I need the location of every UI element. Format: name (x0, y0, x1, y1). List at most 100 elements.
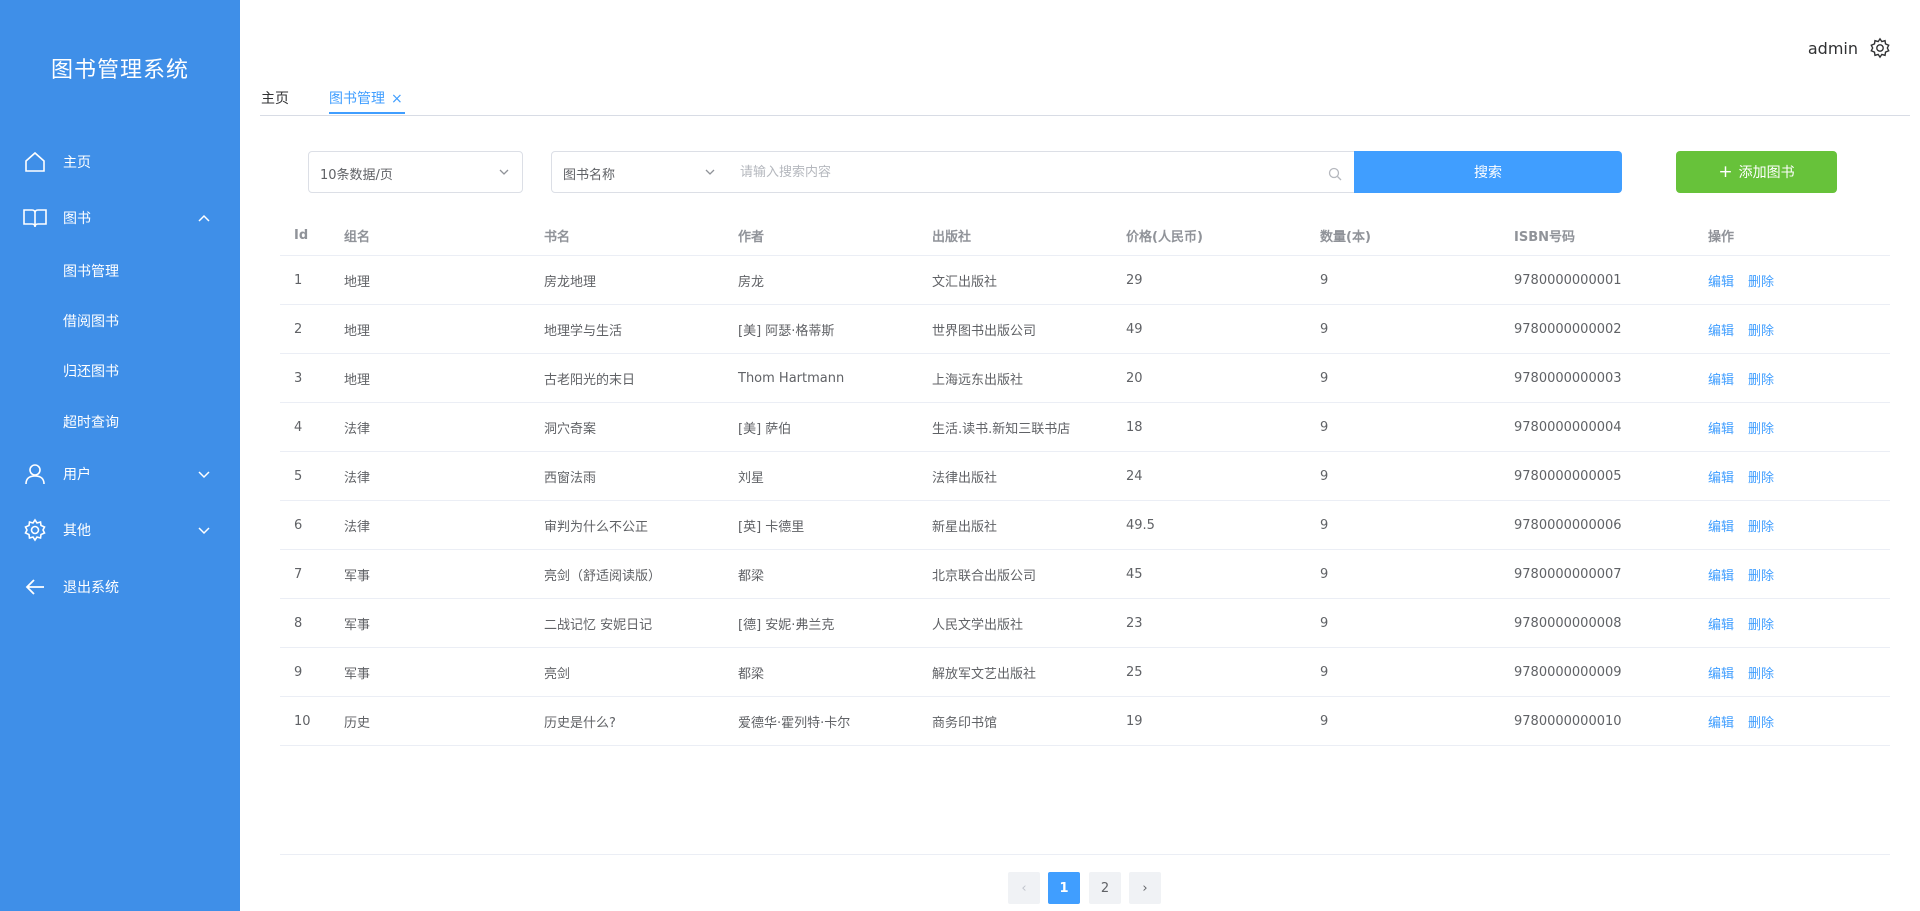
table-row: 10 历史 历史是什么? 爱德华·霍列特·卡尔 商务印书馆 19 9 97800… (280, 697, 1890, 746)
tab-bar: 主页 图书管理 × (260, 84, 1910, 116)
edit-link[interactable]: 编辑 (1708, 467, 1734, 486)
cell-author: [德] 安妮·弗兰克 (738, 617, 835, 633)
edit-link[interactable]: 编辑 (1708, 369, 1734, 388)
cell-publisher: 人民文学出版社 (932, 617, 1024, 633)
cell-actions: 编辑 删除 (1708, 403, 1788, 451)
cell-id: 2 (294, 321, 303, 337)
tab-home[interactable]: 主页 (261, 88, 289, 114)
pagination-next-button[interactable]: › (1129, 872, 1161, 904)
cell-actions: 编辑 删除 (1708, 354, 1788, 402)
edit-link[interactable]: 编辑 (1708, 516, 1734, 535)
search-button[interactable]: 搜索 (1354, 151, 1622, 193)
cell-group: 军事 (344, 568, 371, 584)
plus-icon: + (1718, 161, 1733, 182)
page-size-value: 10条数据/页 (320, 168, 393, 183)
chevron-down-icon (498, 166, 510, 178)
app-root: 图书管理系统 主页 图书 图书管理 借阅图书 归还图书 超时查询 用户 其他 退… (0, 0, 1920, 911)
cell-group: 法律 (344, 470, 371, 486)
cell-publisher: 商务印书馆 (932, 715, 998, 731)
table-row: 7 军事 亮剑（舒适阅读版） 都梁 北京联合出版公司 45 9 97800000… (280, 550, 1890, 599)
sidebar-item-other[interactable]: 其他 (0, 505, 240, 555)
delete-link[interactable]: 删除 (1748, 467, 1774, 486)
table-row: 5 法律 西窗法雨 刘星 法律出版社 24 9 9780000000005 编辑… (280, 452, 1890, 501)
cell-group: 地理 (344, 372, 371, 388)
sidebar-subitem-label: 借阅图书 (63, 314, 119, 330)
search-input[interactable] (728, 152, 1354, 192)
edit-link[interactable]: 编辑 (1708, 418, 1734, 437)
delete-link[interactable]: 删除 (1748, 663, 1774, 682)
delete-link[interactable]: 删除 (1748, 516, 1774, 535)
books-table: Id 组名 书名 作者 出版社 价格(人民币) 数量(本) ISBN号码 操作 … (280, 216, 1890, 746)
settings-gear-icon[interactable] (1868, 36, 1892, 60)
header-actions: 操作 (1708, 230, 1735, 245)
header-id: Id (294, 228, 309, 243)
pagination-prev-button[interactable]: ‹ (1008, 872, 1040, 904)
page-size-select[interactable]: 10条数据/页 (308, 151, 523, 193)
cell-isbn: 9780000000010 (1514, 713, 1622, 729)
tab-book-management[interactable]: 图书管理 × (329, 88, 405, 114)
sidebar-item-logout[interactable]: 退出系统 (0, 562, 240, 612)
sidebar-item-books[interactable]: 图书 (0, 193, 240, 243)
search-field-select[interactable]: 图书名称 (551, 151, 729, 193)
header-group: 组名 (344, 230, 371, 245)
pagination-page-1[interactable]: 1 (1048, 872, 1080, 904)
cell-isbn: 9780000000006 (1514, 517, 1622, 533)
delete-link[interactable]: 删除 (1748, 320, 1774, 339)
sidebar-subitem-borrow-book[interactable]: 借阅图书 (0, 299, 240, 343)
table-row: 8 军事 二战记忆 安妮日记 [德] 安妮·弗兰克 人民文学出版社 23 9 9… (280, 599, 1890, 648)
cell-quantity: 9 (1320, 664, 1329, 680)
cell-publisher: 新星出版社 (932, 519, 998, 535)
cell-publisher: 文汇出版社 (932, 274, 998, 290)
sidebar-subitem-overdue-query[interactable]: 超时查询 (0, 400, 240, 444)
cell-actions: 编辑 删除 (1708, 648, 1788, 696)
cell-author: 房龙 (738, 274, 765, 290)
edit-link[interactable]: 编辑 (1708, 565, 1734, 584)
cell-title: 亮剑（舒适阅读版） (544, 568, 662, 584)
cell-isbn: 9780000000009 (1514, 664, 1622, 680)
cell-title: 亮剑 (544, 666, 571, 682)
delete-link[interactable]: 删除 (1748, 418, 1774, 437)
cell-author: 都梁 (738, 666, 765, 682)
add-book-button[interactable]: + 添加图书 (1676, 151, 1837, 193)
cell-price: 24 (1126, 468, 1143, 484)
edit-link[interactable]: 编辑 (1708, 712, 1734, 731)
cell-author: [美] 萨伯 (738, 421, 792, 437)
username[interactable]: admin (1808, 39, 1858, 58)
delete-link[interactable]: 删除 (1748, 271, 1774, 290)
cell-id: 7 (294, 566, 303, 582)
cell-price: 45 (1126, 566, 1143, 582)
cell-actions: 编辑 删除 (1708, 256, 1788, 304)
cell-id: 10 (294, 713, 311, 729)
cell-actions: 编辑 删除 (1708, 305, 1788, 353)
sidebar-item-users[interactable]: 用户 (0, 449, 240, 499)
cell-group: 法律 (344, 519, 371, 535)
cell-price: 23 (1126, 615, 1143, 631)
cell-title: 房龙地理 (544, 274, 597, 290)
delete-link[interactable]: 删除 (1748, 369, 1774, 388)
edit-link[interactable]: 编辑 (1708, 271, 1734, 290)
table-row: 4 法律 洞穴奇案 [美] 萨伯 生活.读书.新知三联书店 18 9 97800… (280, 403, 1890, 452)
sidebar-subitem-book-management[interactable]: 图书管理 (0, 249, 240, 293)
edit-link[interactable]: 编辑 (1708, 663, 1734, 682)
cell-price: 25 (1126, 664, 1143, 680)
delete-link[interactable]: 删除 (1748, 712, 1774, 731)
edit-link[interactable]: 编辑 (1708, 320, 1734, 339)
sidebar-item-home[interactable]: 主页 (0, 137, 240, 187)
edit-link[interactable]: 编辑 (1708, 614, 1734, 633)
cell-publisher: 上海远东出版社 (932, 372, 1024, 388)
cell-quantity: 9 (1320, 370, 1329, 386)
delete-link[interactable]: 删除 (1748, 565, 1774, 584)
cell-isbn: 9780000000003 (1514, 370, 1622, 386)
book-icon (22, 205, 48, 231)
cell-id: 8 (294, 615, 303, 631)
sidebar-subitem-label: 归还图书 (63, 364, 119, 380)
cell-actions: 编辑 删除 (1708, 501, 1788, 549)
close-icon[interactable]: × (391, 91, 403, 107)
cell-quantity: 9 (1320, 419, 1329, 435)
delete-link[interactable]: 删除 (1748, 614, 1774, 633)
cell-title: 古老阳光的末日 (544, 372, 636, 388)
sidebar-subitem-return-book[interactable]: 归还图书 (0, 349, 240, 393)
user-menu[interactable]: admin (1808, 36, 1892, 60)
pagination-page-2[interactable]: 2 (1089, 872, 1121, 904)
table-row: 9 军事 亮剑 都梁 解放军文艺出版社 25 9 9780000000009 编… (280, 648, 1890, 697)
